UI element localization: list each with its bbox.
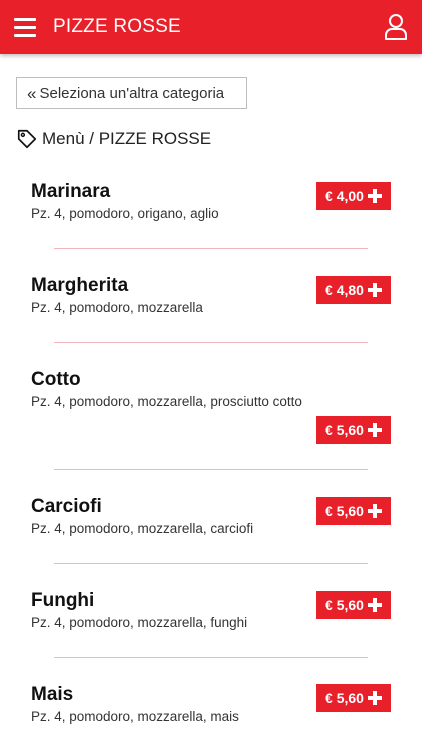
item-price: € 5,60 <box>325 503 364 519</box>
top-app-bar: PIZZE ROSSE <box>0 0 422 54</box>
page-title: PIZZE ROSSE <box>53 16 181 37</box>
item-price: € 5,60 <box>325 597 364 613</box>
add-to-cart-button[interactable]: € 4,80 <box>316 276 391 304</box>
divider <box>54 248 368 249</box>
add-to-cart-button[interactable]: € 5,60 <box>316 684 391 712</box>
select-other-category-label: Seleziona un'altra categoria <box>39 84 225 102</box>
item-description: Pz. 4, pomodoro, mozzarella, mais <box>31 709 239 724</box>
item-description: Pz. 4, pomodoro, mozzarella, prosciutto … <box>31 394 302 409</box>
user-profile-icon[interactable] <box>384 13 408 41</box>
divider <box>54 342 368 343</box>
divider <box>54 469 368 470</box>
plus-icon <box>367 189 382 203</box>
item-description: Pz. 4, pomodoro, mozzarella <box>31 300 203 315</box>
plus-icon <box>367 691 382 705</box>
item-name: Funghi <box>31 590 95 611</box>
item-name: Cotto <box>31 369 81 390</box>
item-name: Marinara <box>31 181 111 202</box>
plus-icon <box>367 423 382 437</box>
double-chevron-left-icon: « <box>27 83 37 103</box>
select-other-category-button[interactable]: « Seleziona un'altra categoria <box>16 77 247 109</box>
add-to-cart-button[interactable]: € 4,00 <box>316 182 391 210</box>
item-description: Pz. 4, pomodoro, mozzarella, carciofi <box>31 521 254 536</box>
item-name: Mais <box>31 684 74 705</box>
item-price: € 5,60 <box>325 422 364 438</box>
item-price: € 4,80 <box>325 282 364 298</box>
hamburger-menu-icon[interactable] <box>14 17 36 37</box>
divider <box>54 563 368 564</box>
add-to-cart-button[interactable]: € 5,60 <box>316 591 391 619</box>
item-price: € 5,60 <box>325 690 364 706</box>
app: PIZZE ROSSE « Seleziona un'altra categor… <box>0 0 422 750</box>
tag-icon <box>17 129 37 149</box>
item-description: Pz. 4, pomodoro, mozzarella, funghi <box>31 615 248 630</box>
add-to-cart-button[interactable]: € 5,60 <box>316 497 391 525</box>
plus-icon <box>367 283 382 297</box>
item-description: Pz. 4, pomodoro, origano, aglio <box>31 206 219 221</box>
breadcrumb: Menù / PIZZE ROSSE <box>16 128 211 150</box>
item-price: € 4,00 <box>325 188 364 204</box>
breadcrumb-text: Menù / PIZZE ROSSE <box>42 129 212 148</box>
item-name: Margherita <box>31 275 129 296</box>
add-to-cart-button[interactable]: € 5,60 <box>316 416 391 444</box>
plus-icon <box>367 504 382 518</box>
item-name: Carciofi <box>31 496 102 517</box>
divider <box>54 657 368 658</box>
plus-icon <box>367 598 382 612</box>
